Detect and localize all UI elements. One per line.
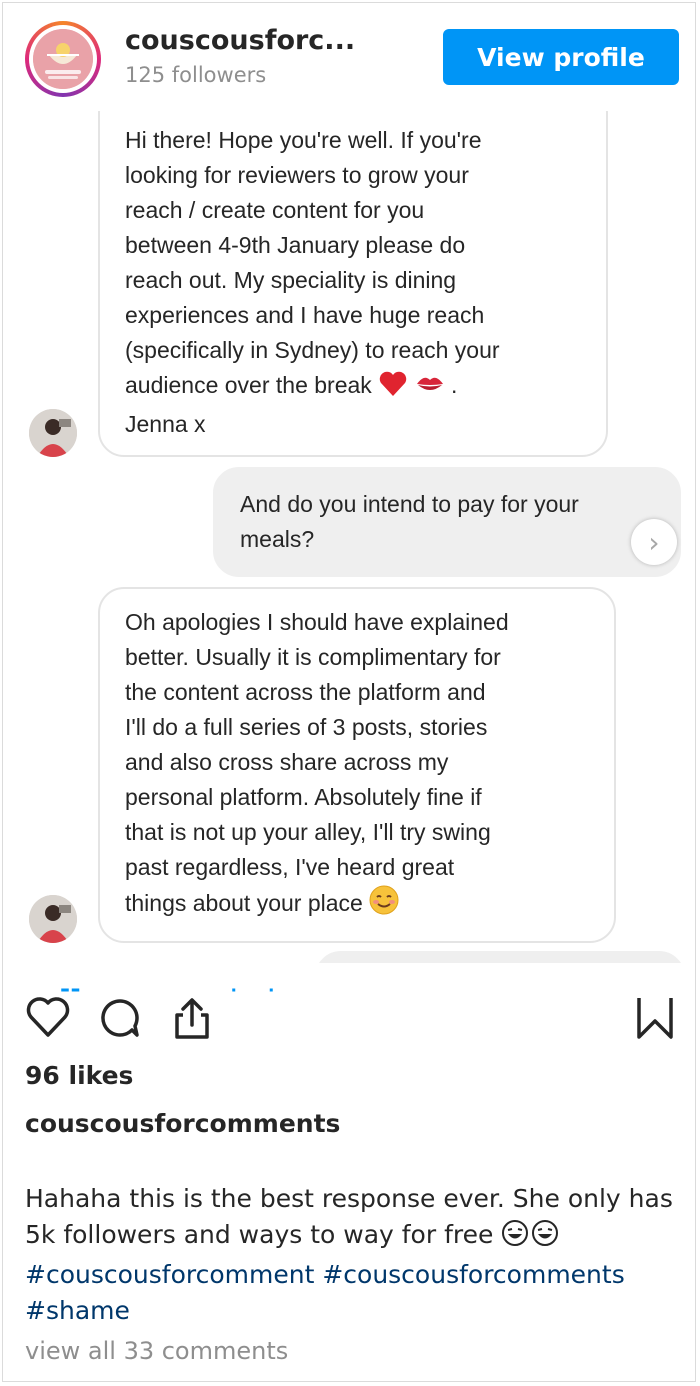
message-line: better. Usually it is complimentary for: [125, 644, 501, 670]
message-line: Oh apologies I should have explained: [125, 609, 509, 635]
message-bubble-partial: [315, 951, 685, 963]
message-line: And do you intend to pay for your: [240, 491, 579, 517]
sender-avatar: [29, 895, 77, 943]
message-line: past regardless, I've heard great: [125, 854, 455, 880]
kiss-mark-icon: [415, 371, 445, 407]
instagram-embed: couscousforc... 125 followers View profi…: [2, 2, 696, 1382]
chevron-right-icon[interactable]: ›: [631, 519, 677, 565]
message-text: audience over the break: [125, 372, 372, 398]
message-line: personal platform. Absolutely fine if: [125, 784, 482, 810]
smiling-face-icon: [369, 885, 399, 925]
message-line: Hi there! Hope you're well. If you're: [125, 127, 482, 153]
message-line: experiences and I have huge reach: [125, 302, 485, 328]
message-line: things about your place: [125, 885, 614, 925]
message-bubble: And do you intend to pay for your meals?: [213, 467, 681, 577]
hashtag-link[interactable]: #couscousforcomment: [25, 1260, 314, 1289]
post-image: Hi there! Hope you're well. If you're lo…: [3, 111, 695, 963]
follower-count: 125 followers: [125, 63, 267, 87]
like-count[interactable]: 96 likes: [25, 1061, 133, 1090]
message-line: and also cross share across my: [125, 749, 449, 775]
message-line: that is not up your alley, I'll try swin…: [125, 819, 491, 845]
caption-text: Hahaha this is the best response ever. S…: [25, 1184, 673, 1249]
carousel-dots: [61, 988, 273, 992]
comment-icon[interactable]: [97, 995, 143, 1045]
message-line: between 4-9th January please do: [125, 232, 466, 258]
action-bar: [3, 988, 695, 1051]
message-line: audience over the break .: [125, 368, 606, 407]
bookmark-icon[interactable]: [635, 995, 675, 1045]
post-caption: Hahaha this is the best response ever. S…: [25, 1181, 685, 1329]
sender-avatar: [29, 409, 77, 457]
message-line: reach / create content for you: [125, 197, 425, 223]
view-all-comments-link[interactable]: view all 33 comments: [25, 1337, 288, 1365]
view-profile-button[interactable]: View profile: [443, 29, 679, 85]
message-text: things about your place: [125, 890, 363, 916]
message-line: meals?: [240, 526, 315, 552]
hashtag-link[interactable]: #shame: [25, 1296, 130, 1325]
message-line: looking for reviewers to grow your: [125, 162, 469, 188]
hashtag-link[interactable]: #couscousforcomments: [322, 1260, 624, 1289]
post-header: couscousforc... 125 followers View profi…: [3, 3, 695, 111]
message-line: I'll do a full series of 3 posts, storie…: [125, 714, 488, 740]
message-bubble: Hi there! Hope you're well. If you're lo…: [98, 111, 608, 457]
caption-username[interactable]: couscousforcomments: [25, 1109, 340, 1138]
couscous-logo-icon: [33, 29, 93, 89]
red-heart-icon: [378, 371, 408, 407]
profile-avatar[interactable]: [25, 21, 101, 97]
message-line: the content across the platform and: [125, 679, 486, 705]
heart-icon[interactable]: [25, 995, 71, 1043]
share-icon[interactable]: [169, 995, 215, 1045]
profile-username[interactable]: couscousforc...: [125, 25, 355, 56]
laughing-face-icon: [501, 1219, 531, 1257]
message-bubble: Oh apologies I should have explained bet…: [98, 587, 616, 943]
message-signoff: Jenna x: [125, 411, 206, 437]
message-text: .: [450, 372, 458, 398]
message-line: (specifically in Sydney) to reach your: [125, 337, 500, 363]
laughing-face-icon: [531, 1219, 561, 1257]
message-line: reach out. My speciality is dining: [125, 267, 457, 293]
